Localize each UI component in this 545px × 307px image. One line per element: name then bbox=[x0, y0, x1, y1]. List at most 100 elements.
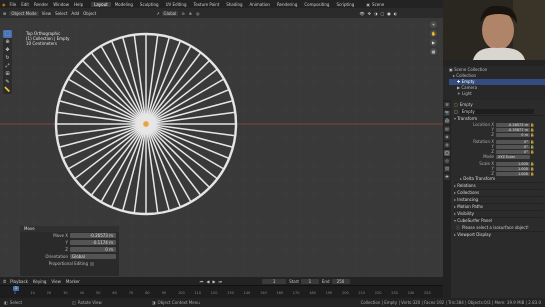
scale-y-field[interactable]: 1.000 bbox=[496, 166, 530, 171]
end-frame-field[interactable]: 250 bbox=[331, 278, 350, 284]
shading-material-icon[interactable]: ◐ bbox=[394, 11, 398, 16]
object-origin[interactable] bbox=[142, 120, 150, 128]
orientation-dropdown[interactable]: Global bbox=[70, 254, 116, 259]
tool-tab-icon[interactable]: ⚒ bbox=[444, 102, 450, 108]
menu-edit[interactable]: Edit bbox=[21, 2, 29, 7]
snap-icon[interactable]: ⋔ bbox=[189, 11, 192, 16]
tab-modeling[interactable]: Modeling bbox=[112, 2, 136, 7]
menu-help[interactable]: Help bbox=[74, 2, 83, 7]
editor-type-icon[interactable]: ⊞ bbox=[3, 11, 6, 16]
object-tab-icon[interactable]: ▢ bbox=[444, 150, 450, 156]
playhead[interactable]: 1 bbox=[13, 286, 19, 291]
scale-x-field[interactable]: 1.000 bbox=[496, 161, 530, 166]
transform-icon[interactable]: ⊞ bbox=[3, 70, 12, 78]
tab-animation[interactable]: Animation bbox=[247, 2, 273, 7]
scale-icon[interactable]: ⤢ bbox=[3, 62, 12, 70]
move-icon[interactable]: ✥ bbox=[3, 46, 12, 54]
physics-tab-icon[interactable]: ◎ bbox=[444, 158, 450, 164]
scene-selector[interactable]: Scene bbox=[372, 2, 384, 7]
panel-instancing[interactable]: Instancing bbox=[454, 196, 543, 203]
panel-cubesurfer[interactable]: CubeSurfer Panel bbox=[454, 217, 543, 224]
tab-sculpting[interactable]: Sculpting bbox=[137, 2, 162, 7]
tab-uv-editing[interactable]: UV Editing bbox=[163, 2, 190, 7]
menu-object[interactable]: Object bbox=[83, 11, 96, 16]
start-frame-field[interactable]: 1 bbox=[300, 278, 319, 284]
menu-add[interactable]: Add bbox=[71, 11, 79, 16]
move-y-field[interactable]: -0.1174 m bbox=[70, 240, 116, 245]
menu-timeline-view[interactable]: View bbox=[51, 279, 61, 284]
play-reverse-icon[interactable]: ◀ bbox=[206, 279, 209, 284]
select-box-icon[interactable]: ⬚ bbox=[3, 30, 12, 38]
menu-file[interactable]: File bbox=[10, 2, 17, 7]
timeline-editor-icon[interactable]: ⏱ bbox=[3, 279, 6, 284]
ortho-toggle-icon[interactable]: ▦ bbox=[430, 48, 437, 55]
lock-icon[interactable]: 🔓 bbox=[530, 145, 534, 149]
rotation-mode-dropdown[interactable]: XYZ Euler bbox=[496, 154, 530, 159]
panel-viewport-display[interactable]: Viewport Display bbox=[454, 231, 543, 238]
lock-icon[interactable]: 🔓 bbox=[530, 150, 534, 154]
shading-solid-icon[interactable]: ● bbox=[387, 11, 391, 16]
panel-relations[interactable]: Relations bbox=[454, 182, 543, 189]
tab-compositing[interactable]: Compositing bbox=[301, 2, 332, 7]
rotation-x-field[interactable]: 0° bbox=[496, 139, 530, 144]
panel-visibility[interactable]: Visibility bbox=[454, 210, 543, 217]
proportional-icon[interactable]: ◎ bbox=[196, 11, 200, 16]
lock-icon[interactable]: 🔓 bbox=[530, 172, 534, 176]
move-z-field[interactable]: 0 m bbox=[70, 247, 116, 252]
constraints-tab-icon[interactable]: ⛓ bbox=[444, 166, 450, 172]
cursor-icon[interactable]: ⊕ bbox=[3, 38, 12, 46]
menu-select[interactable]: Select bbox=[55, 11, 67, 16]
outliner-item-light[interactable]: ☀ Light bbox=[449, 91, 545, 97]
lock-icon[interactable]: 🔓 bbox=[530, 123, 534, 127]
location-y-field[interactable]: -0.35877 m bbox=[496, 127, 530, 132]
menu-playback[interactable]: Playback bbox=[10, 279, 28, 284]
tab-rendering[interactable]: Rendering bbox=[274, 2, 300, 7]
jump-start-icon[interactable]: ⏮ bbox=[200, 279, 204, 284]
measure-icon[interactable]: 📏 bbox=[3, 86, 12, 94]
menu-window[interactable]: Window bbox=[53, 2, 69, 7]
current-frame-field[interactable]: 1 bbox=[262, 278, 287, 284]
transform-orientation-dropdown[interactable]: Global bbox=[161, 10, 179, 16]
panel-collections[interactable]: Collections bbox=[454, 189, 543, 196]
scale-z-field[interactable]: 1.000 bbox=[496, 171, 530, 176]
pivot-icon[interactable]: ⊙ bbox=[181, 11, 184, 16]
gizmo-icon[interactable]: ✥ bbox=[368, 11, 371, 16]
move-x-field[interactable]: -0.26573 m bbox=[70, 233, 116, 238]
timeline-ruler[interactable]: 0 10 20 30 40 50 60 70 80 90 100 110 120 130 140 150 160… bbox=[0, 285, 443, 298]
tab-scripting[interactable]: Scripting bbox=[333, 2, 357, 7]
scene-tab-icon[interactable]: ◈ bbox=[444, 134, 450, 140]
panel-transform[interactable]: Transform bbox=[454, 115, 543, 122]
visibility-icon[interactable]: 👁 bbox=[360, 11, 365, 16]
panel-motion-paths[interactable]: Motion Paths bbox=[454, 203, 543, 210]
proportional-checkbox[interactable] bbox=[90, 261, 94, 266]
world-tab-icon[interactable]: ◍ bbox=[444, 142, 450, 148]
view-layer-tab-icon[interactable]: ▤ bbox=[444, 126, 450, 132]
xray-icon[interactable]: ▢ bbox=[380, 11, 384, 16]
lock-icon[interactable]: 🔓 bbox=[530, 162, 534, 166]
tab-layout[interactable]: Layout bbox=[91, 1, 111, 7]
rotation-y-field[interactable]: 0° bbox=[496, 144, 530, 149]
tab-shading[interactable]: Shading bbox=[223, 2, 245, 7]
menu-marker[interactable]: Marker bbox=[66, 279, 80, 284]
jump-end-icon[interactable]: ⏭ bbox=[219, 279, 223, 284]
data-tab-icon[interactable]: ✚ bbox=[444, 174, 450, 180]
rotate-icon[interactable]: ↻ bbox=[3, 54, 12, 62]
overlay-icon[interactable]: ◑ bbox=[374, 11, 378, 16]
object-name-field[interactable]: Empty bbox=[459, 109, 534, 114]
tab-texture-paint[interactable]: Texture Paint bbox=[190, 2, 222, 7]
mode-selector[interactable]: Object Mode bbox=[9, 10, 39, 16]
lock-icon[interactable]: 🔓 bbox=[530, 167, 534, 171]
lock-icon[interactable]: 🔓 bbox=[530, 140, 534, 144]
menu-render[interactable]: Render bbox=[34, 2, 48, 7]
zoom-icon[interactable]: + bbox=[430, 21, 437, 28]
blender-logo-icon[interactable]: ◉ bbox=[2, 2, 6, 7]
camera-view-icon[interactable]: ▶ bbox=[430, 39, 437, 46]
menu-keying[interactable]: Keying bbox=[33, 279, 46, 284]
output-tab-icon[interactable]: 🖨 bbox=[444, 118, 450, 124]
render-tab-icon[interactable]: 📷 bbox=[444, 110, 450, 116]
lock-icon[interactable]: 🔓 bbox=[530, 128, 534, 132]
annotate-icon[interactable]: ✎ bbox=[3, 78, 12, 86]
rotation-z-field[interactable]: 0° bbox=[496, 149, 530, 154]
play-icon[interactable]: ▶ bbox=[212, 279, 215, 284]
location-z-field[interactable]: 0 m bbox=[496, 132, 530, 137]
